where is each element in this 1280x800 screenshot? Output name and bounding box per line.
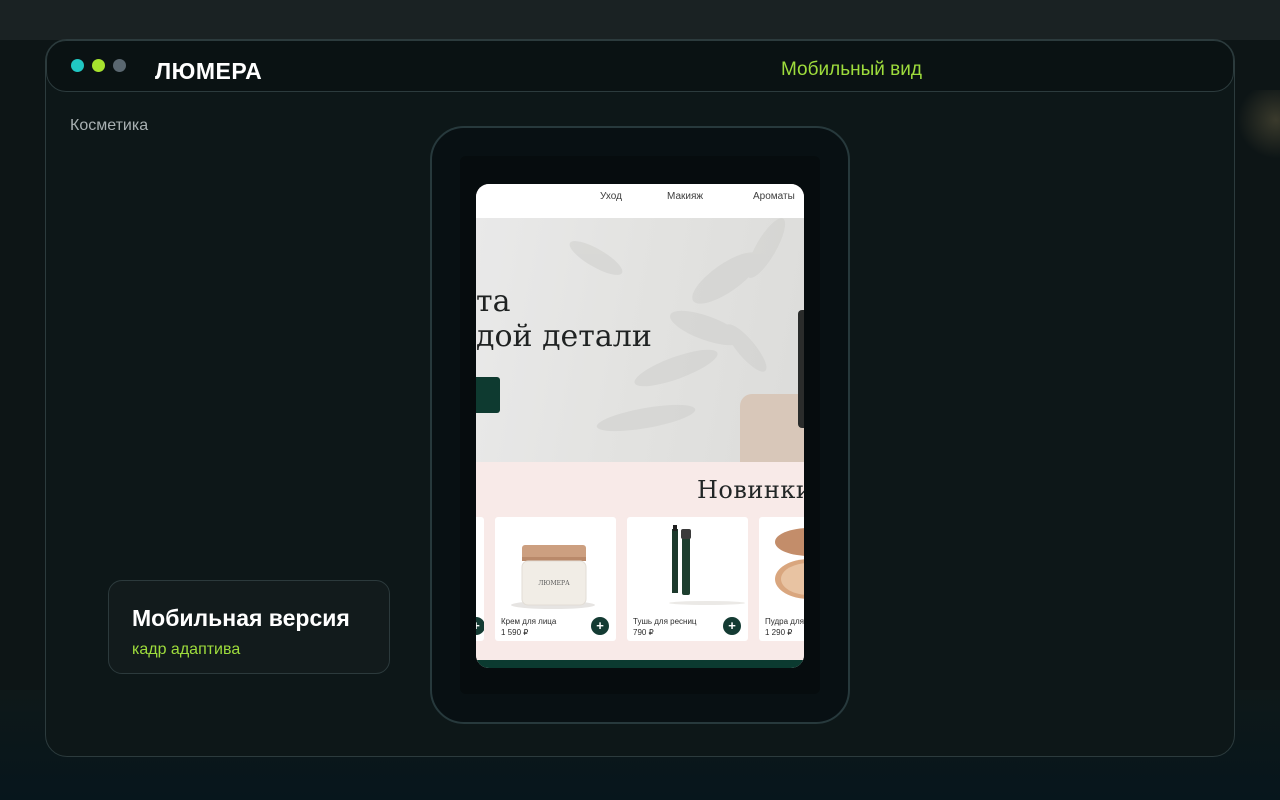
section-label: Косметика: [70, 117, 149, 134]
product-pedestal: [740, 394, 804, 462]
jar-brand-label: ЛЮМЕРА: [538, 580, 570, 587]
mascara-image: [669, 525, 745, 605]
title-bar: ЛЮМЕРА Мобильный вид: [46, 40, 1234, 92]
nav-item-fragrance[interactable]: Ароматы: [753, 191, 795, 202]
hero-cta-button[interactable]: [476, 377, 500, 413]
view-mode-label: Мобильный вид: [781, 59, 922, 80]
mobile-screen[interactable]: Уход Макияж Ароматы та дой детали Новинк…: [476, 184, 804, 668]
window-dot-grey[interactable]: [113, 59, 126, 72]
product-name: Тушь для ресниц: [633, 617, 697, 626]
new-arrivals-title: Новинки: [697, 476, 804, 504]
nav-item-care[interactable]: Уход: [600, 191, 622, 202]
add-to-cart-button[interactable]: +: [723, 617, 741, 635]
nav-item-makeup[interactable]: Макияж: [667, 191, 703, 202]
hero-headline-line2: дой детали: [476, 319, 652, 354]
product-price: 1 290 ₽: [765, 628, 793, 637]
product-card[interactable]: ЛЮМЕРА Крем для лица 1 590 ₽ +: [495, 517, 616, 641]
hero-headline-line1: та: [476, 284, 511, 319]
powder-compact-image: [775, 528, 804, 599]
add-to-cart-button[interactable]: +: [591, 617, 609, 635]
info-card: Мобильная версия кадр адаптива: [108, 580, 390, 674]
window-dot-teal[interactable]: [71, 59, 84, 72]
product-card[interactable]: Пудра для л 1 290 ₽: [759, 517, 804, 641]
hero-product-bottle: [798, 310, 804, 428]
site-nav: Уход Макияж Ароматы: [476, 184, 804, 218]
site-footer-bar: [476, 660, 804, 668]
hero-banner: та дой детали: [476, 218, 804, 462]
cream-jar-image: [511, 545, 595, 609]
product-name: Пудра для л: [765, 617, 804, 626]
product-card-partial[interactable]: +: [476, 517, 484, 641]
product-price: 1 590 ₽: [501, 628, 529, 637]
new-arrivals-section: Новинки + ЛЮМЕРА Крем для лица 1 590 ₽ +: [476, 462, 804, 662]
info-card-subtitle: кадр адаптива: [132, 641, 241, 658]
background-blur: [1236, 90, 1280, 170]
window-dot-lime[interactable]: [92, 59, 105, 72]
product-name: Крем для лица: [501, 617, 557, 626]
product-card[interactable]: Тушь для ресниц 790 ₽ +: [627, 517, 748, 641]
product-price: 790 ₽: [633, 628, 654, 637]
background-top: [0, 0, 1280, 40]
info-card-title: Мобильная версия: [132, 605, 350, 631]
brand-title: ЛЮМЕРА: [155, 58, 263, 84]
add-to-cart-button[interactable]: +: [476, 617, 484, 635]
